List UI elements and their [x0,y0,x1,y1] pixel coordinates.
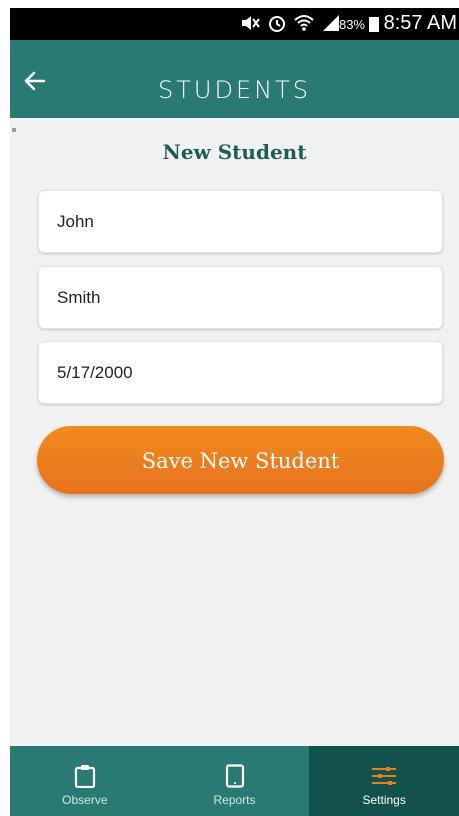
decorative-dot [12,128,16,132]
app-screen: 83% 8:57 AM STUDENTS New Student Save Ne… [10,8,459,816]
first-name-field[interactable] [39,191,442,252]
birth-date-field-wrapper [38,341,443,404]
tablet-icon [225,764,244,788]
save-new-student-button[interactable]: Save New Student [37,426,444,494]
last-name-field-wrapper [38,266,443,329]
nav-label-reports: Reports [213,793,256,807]
nav-label-observe: Observe [62,793,108,807]
form-heading: New Student [162,140,307,164]
first-name-field-wrapper [38,190,443,253]
nav-item-observe[interactable]: Observe [10,746,160,816]
nav-item-settings[interactable]: Settings [309,746,459,816]
alarm-icon [269,16,285,32]
clipboard-icon [74,765,95,788]
clock: 8:57 AM [383,12,457,34]
status-bar: 83% 8:57 AM [10,8,459,40]
mute-icon [242,16,260,30]
birth-date-field[interactable] [39,342,442,403]
page-title: STUDENTS [158,76,311,104]
wifi-icon [294,15,314,31]
app-header: STUDENTS [10,40,459,118]
nav-label-settings: Settings [362,793,406,807]
device-frame [0,0,10,816]
battery-percent: 83% [338,17,365,32]
sliders-icon [372,767,397,785]
nav-item-reports[interactable]: Reports [160,746,310,816]
bottom-navigation: Observe Reports Settings [10,746,459,816]
last-name-field[interactable] [39,267,442,328]
status-icons [239,13,341,33]
battery-icon [369,17,379,32]
